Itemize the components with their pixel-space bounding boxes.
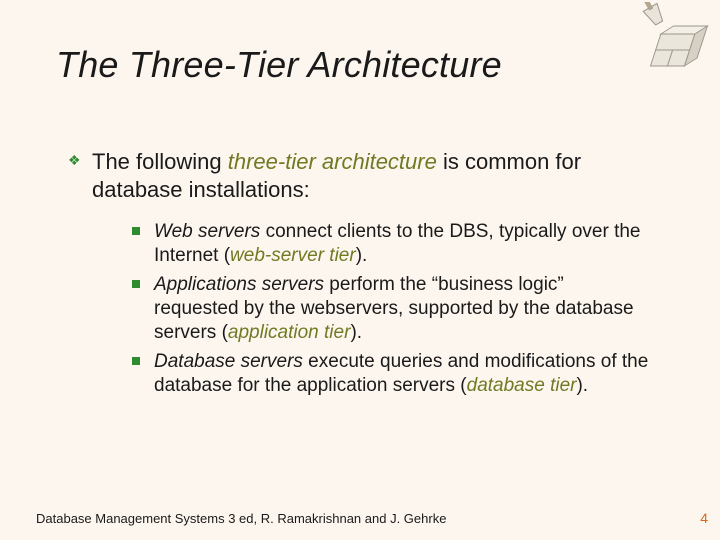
square-bullet-icon [132, 227, 140, 235]
item-lead: Applications servers [154, 274, 324, 295]
list-item: Applications servers perform the “busine… [132, 273, 652, 346]
square-bullet-icon [132, 280, 140, 288]
page-number: 4 [700, 510, 708, 526]
list-item: Web servers connect clients to the DBS, … [132, 220, 652, 269]
item-tail: ). [356, 245, 368, 266]
item-lead: Database servers [154, 351, 303, 372]
square-bullet-icon [132, 357, 140, 365]
item-tail: ). [576, 375, 588, 396]
footer-text: Database Management Systems 3 ed, R. Ram… [36, 511, 684, 526]
intro-term: three-tier architecture [228, 149, 437, 174]
item-paren: database tier [467, 375, 577, 396]
item-lead: Web servers [154, 221, 260, 242]
item-paren: web-server tier [230, 245, 356, 266]
list-item: Database servers execute queries and mod… [132, 350, 652, 399]
sub-bullet-list: Web servers connect clients to the DBS, … [132, 220, 652, 402]
slide: The Three-Tier Architecture ❖ The follow… [0, 0, 720, 540]
corner-decoration [624, 2, 714, 72]
intro-paragraph: ❖ The following three-tier architecture … [92, 148, 652, 203]
item-tail: ). [350, 322, 362, 343]
diamond-bullet-icon: ❖ [68, 152, 81, 170]
slide-title: The Three-Tier Architecture [56, 44, 502, 86]
intro-pre: The following [92, 149, 228, 174]
item-paren: application tier [228, 322, 351, 343]
